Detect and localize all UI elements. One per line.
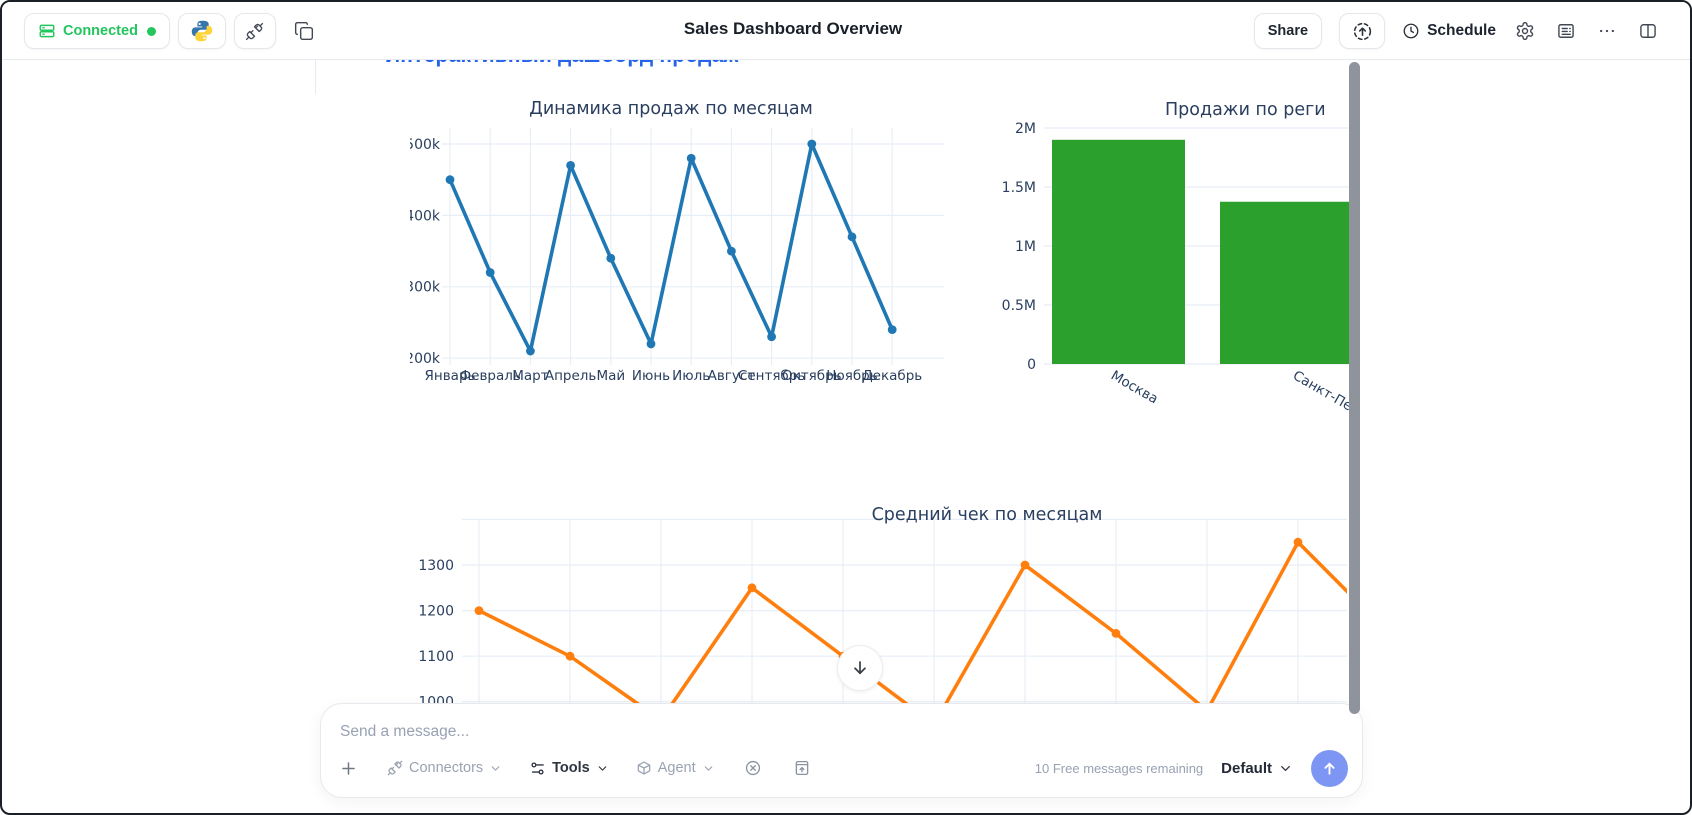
message-composer: Send a message... Connectors Tools Agent… [320,703,1363,798]
schedule-label: Schedule [1427,22,1496,39]
ellipsis-icon [1597,21,1617,41]
send-button[interactable] [1311,749,1348,787]
chevron-down-icon [1278,761,1293,776]
settings-button[interactable] [1513,19,1537,43]
page-title: Sales Dashboard Overview [683,19,903,38]
archive-up-icon [793,759,811,777]
connectors-label: Connectors [409,760,484,776]
share-label: Share [1267,23,1309,39]
svg-text:1M: 1M [1015,239,1036,255]
agent-menu-button[interactable]: Agent [636,760,715,776]
sales-by-month-line-chart: 500k400k300k200kЯнварьФевральМартАпрельМ… [410,99,944,384]
cell-edge-line [315,60,316,94]
add-attachment-button[interactable] [337,757,360,780]
x-circle-icon [744,759,762,777]
share-button[interactable]: Share [1253,13,1323,49]
mcp-button[interactable] [742,757,764,779]
svg-text:2M: 2M [1015,121,1036,137]
chevron-down-icon [489,762,502,775]
svg-text:0: 0 [1027,357,1036,373]
scrollbar-thumb[interactable] [1349,62,1360,714]
python-icon [190,19,214,43]
connectors-menu-button[interactable]: Connectors [387,760,502,776]
svg-text:Май: Май [596,368,625,384]
composer-right-group: 10 Free messages remaining Default [1034,749,1348,787]
svg-text:Динамика продаж по месяцам: Динамика продаж по месяцам [529,99,813,119]
top-toolbar: Connected Sales Dashboard Overview Share… [2,2,1690,60]
svg-text:Санкт-Пе: Санкт-Пе [1290,368,1349,415]
status-dot [146,26,156,36]
copy-button[interactable] [292,19,316,43]
plug-icon [245,22,264,41]
sidebar-toggle-button[interactable] [1636,19,1660,43]
svg-text:1.5M: 1.5M [1002,180,1036,196]
copy-icon [294,21,314,41]
arrow-up-icon [1320,759,1339,778]
schedule-button[interactable]: Schedule [1402,22,1496,40]
svg-text:1100: 1100 [418,649,454,665]
publish-up-icon [1352,21,1373,42]
model-selector[interactable]: Default [1221,760,1293,777]
svg-text:Москва: Москва [1108,368,1161,408]
connector-button[interactable] [233,13,276,49]
svg-text:Март: Март [512,368,548,384]
svg-text:Июль: Июль [672,368,710,384]
server-icon [38,22,56,40]
connected-label: Connected [63,23,138,39]
plug-icon [387,760,403,776]
toolbar-right-group: Share Schedule [1253,13,1660,49]
python-button[interactable] [177,13,226,49]
message-input[interactable]: Send a message... [340,723,469,741]
sales-by-region-bar-chart: 2M 1.5M 1M 0.5M 0 Москва Санкт-Пе Продажи по ре… [1002,100,1349,415]
svg-text:Апрель: Апрель [545,368,597,384]
svg-text:Средний чек по месяцам: Средний чек по месяцам [872,505,1103,525]
columns-icon [1638,21,1658,41]
tools-menu-button[interactable]: Tools [529,760,609,777]
knowledge-button[interactable] [791,757,813,779]
scroll-to-bottom-button[interactable] [837,645,883,691]
toolbar-left-group: Connected [24,13,316,49]
arrow-down-icon [849,657,871,679]
composer-left-group: Connectors Tools Agent [337,757,813,780]
svg-text:1200: 1200 [418,604,454,620]
more-button[interactable] [1595,19,1619,43]
messages-remaining: 10 Free messages remaining [1034,760,1204,776]
svg-text:300k: 300k [410,280,441,296]
plus-icon [339,759,358,778]
publish-button[interactable] [1339,13,1386,49]
svg-text:500k: 500k [410,137,441,153]
composer-toolbar: Connectors Tools Agent 10 Free messages … [337,749,1348,787]
clock-icon [1402,22,1420,40]
svg-text:Декабрь: Декабрь [862,368,922,384]
model-label: Default [1221,759,1272,777]
svg-text:200k: 200k [410,351,441,367]
svg-text:0.5M: 0.5M [1002,298,1036,314]
chevron-down-icon [596,762,609,775]
svg-text:1300: 1300 [418,558,454,574]
cube-icon [636,760,652,776]
tools-label: Tools [552,760,590,776]
changelog-button[interactable] [1554,19,1578,43]
agent-label: Agent [657,760,696,776]
svg-text:400k: 400k [410,208,441,224]
connected-button[interactable]: Connected [24,13,170,49]
svg-text:Июнь: Июнь [632,368,670,384]
sliders-icon [529,760,546,777]
newspaper-icon [1556,21,1576,41]
chevron-down-icon [702,762,715,775]
gear-icon [1515,21,1535,41]
svg-text:Продажи по реги: Продажи по реги [1165,100,1326,120]
app-window: Connected Sales Dashboard Overview Share… [0,0,1692,815]
